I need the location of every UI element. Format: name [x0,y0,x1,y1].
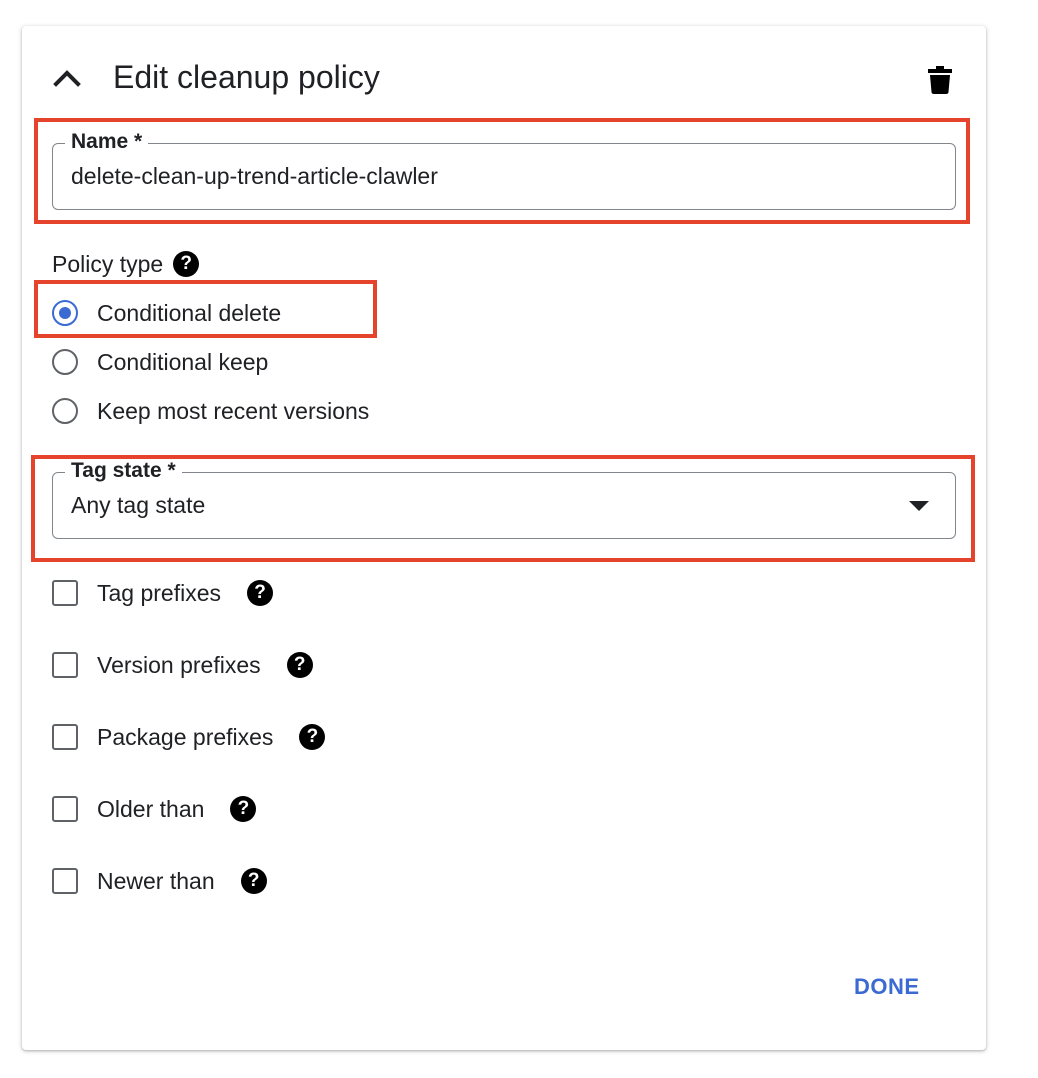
radio-label: Conditional keep [97,349,269,375]
card-header: Edit cleanup policy [22,26,986,130]
radio-button[interactable] [52,300,78,326]
delete-button[interactable] [922,62,958,98]
radio-button[interactable] [52,349,78,375]
cleanup-policy-card: Edit cleanup policy Name * delete-clean-… [22,26,986,1050]
radio-conditional-delete[interactable]: Conditional delete [52,296,281,330]
checkbox-newer-than[interactable]: Newer than ? [52,864,267,898]
checkbox[interactable] [52,724,78,750]
checkbox[interactable] [52,580,78,606]
checkbox[interactable] [52,652,78,678]
radio-label: Keep most recent versions [97,398,370,424]
policy-type-heading: Policy type ? [52,249,200,279]
name-field[interactable]: Name * delete-clean-up-trend-article-cla… [52,128,956,210]
radio-label: Conditional delete [97,300,282,326]
checkbox-label: Newer than [97,868,215,894]
checkbox[interactable] [52,796,78,822]
name-field-label: Name * [65,128,149,156]
checkbox-label: Version prefixes [97,652,261,678]
done-button[interactable]: DONE [840,970,934,1004]
tag-state-select[interactable]: Tag state * Any tag state [52,457,956,539]
help-icon[interactable]: ? [230,796,257,822]
radio-conditional-keep[interactable]: Conditional keep [52,345,268,379]
chevron-up-icon [53,70,81,87]
checkbox-version-prefixes[interactable]: Version prefixes ? [52,648,313,682]
help-icon[interactable]: ? [173,251,200,277]
tag-state-value: Any tag state [71,492,206,518]
page-title: Edit cleanup policy [113,59,380,95]
help-icon[interactable]: ? [286,652,313,678]
help-icon[interactable]: ? [299,724,326,750]
help-icon[interactable]: ? [240,868,267,894]
name-field-value: delete-clean-up-trend-article-clawler [71,163,438,189]
radio-button[interactable] [52,398,78,424]
checkbox-older-than[interactable]: Older than ? [52,792,257,826]
collapse-button[interactable] [50,60,84,94]
trash-icon [928,66,952,94]
checkbox-label: Package prefixes [97,724,274,750]
tag-state-label: Tag state * [65,457,182,485]
checkbox-label: Tag prefixes [97,580,222,606]
help-icon[interactable]: ? [247,580,274,606]
checkbox-package-prefixes[interactable]: Package prefixes ? [52,720,326,754]
radio-keep-most-recent[interactable]: Keep most recent versions [52,394,369,428]
checkbox[interactable] [52,868,78,894]
dropdown-arrow-icon[interactable] [909,501,929,511]
checkbox-label: Older than [97,796,205,822]
checkbox-tag-prefixes[interactable]: Tag prefixes ? [52,576,274,610]
policy-type-label: Policy type [52,251,164,277]
